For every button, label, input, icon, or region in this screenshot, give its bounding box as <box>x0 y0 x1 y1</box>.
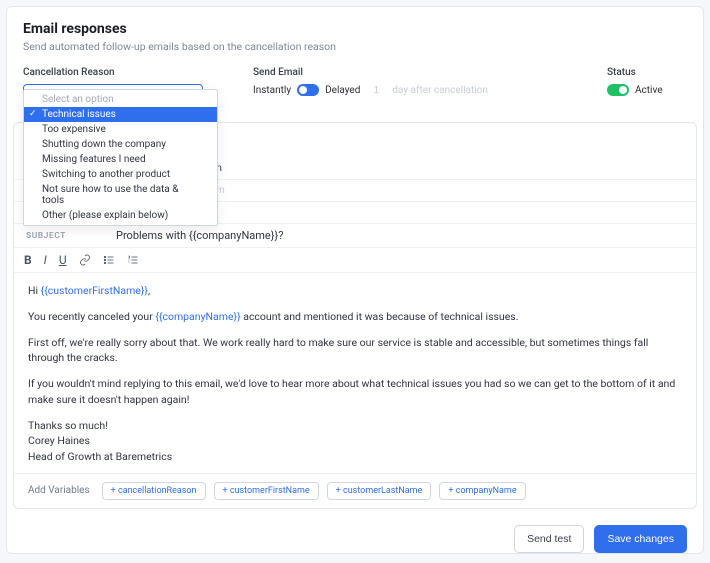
number-list-button[interactable] <box>127 254 139 266</box>
underline-button[interactable]: U <box>59 253 67 267</box>
greeting-post: , <box>148 284 150 297</box>
subject-value[interactable]: Problems with {{companyName}}? <box>116 229 283 242</box>
page-subtitle: Send automated follow-up emails based on… <box>23 40 687 53</box>
days-suffix: day after cancellation <box>392 85 488 96</box>
reason-option-placeholder[interactable]: Select an option <box>24 92 217 107</box>
signature-name: Corey Haines <box>28 434 90 447</box>
days-input[interactable] <box>366 85 386 96</box>
chip-cancellation-reason[interactable]: + cancellationReason <box>102 482 206 500</box>
variables-row: Add Variables + cancellationReason + cus… <box>14 473 696 508</box>
p1-pre: You recently canceled your <box>28 310 155 323</box>
link-icon <box>79 254 91 266</box>
reason-option-other[interactable]: Other (please explain below) <box>24 208 217 223</box>
subject-row: SUBJECT Problems with {{companyName}}? <box>14 224 696 248</box>
signature-role: Head of Growth at Baremetrics <box>28 450 172 463</box>
reason-option-switching[interactable]: Switching to another product <box>24 167 217 182</box>
p2: First off, we're really sorry about that… <box>28 335 682 367</box>
reason-label: Cancellation Reason <box>23 67 223 78</box>
reason-dropdown: Select an option Technical issues Too ex… <box>23 89 218 226</box>
thanks-line: Thanks so much! <box>28 419 108 432</box>
p3: If you wouldn't mind replying to this em… <box>28 376 682 408</box>
reason-option-expensive[interactable]: Too expensive <box>24 122 217 137</box>
bullet-list-icon <box>103 254 115 266</box>
greeting-token: {{customerFirstName}} <box>41 284 148 297</box>
p1-token: {{companyName}} <box>155 310 240 323</box>
send-label: Send Email <box>253 67 577 78</box>
send-column: Send Email Instantly Delayed day after c… <box>253 67 577 106</box>
footer-actions: Send test Save changes <box>7 515 703 563</box>
send-delayed-label: Delayed <box>325 85 360 96</box>
email-body[interactable]: Hi {{customerFirstName}}, You recently c… <box>14 273 696 473</box>
number-list-icon <box>127 254 139 266</box>
save-changes-button[interactable]: Save changes <box>594 525 687 553</box>
page-title: Email responses <box>23 21 687 37</box>
status-label: Status <box>607 67 687 78</box>
send-instantly-label: Instantly <box>253 85 291 96</box>
variables-label: Add Variables <box>28 485 90 496</box>
italic-button[interactable]: I <box>44 253 47 267</box>
email-responses-card: Email responses Send automated follow-up… <box>6 6 704 554</box>
header: Email responses Send automated follow-up… <box>7 7 703 63</box>
status-text: Active <box>635 85 663 96</box>
link-button[interactable] <box>79 254 91 266</box>
controls-row: Cancellation Reason Select an option Tec… <box>7 63 703 116</box>
chip-company-name[interactable]: + companyName <box>439 482 525 500</box>
bullet-list-button[interactable] <box>103 254 115 266</box>
reason-option-technical[interactable]: Technical issues <box>24 107 217 122</box>
reason-option-shutdown[interactable]: Shutting down the company <box>24 137 217 152</box>
send-mode-toggle[interactable] <box>297 84 319 96</box>
reason-option-missing[interactable]: Missing features I need <box>24 152 217 167</box>
status-column: Status Active <box>607 67 687 106</box>
status-toggle[interactable] <box>607 84 629 96</box>
editor-toolbar: B I U <box>14 248 696 273</box>
greeting-pre: Hi <box>28 284 41 297</box>
bold-button[interactable]: B <box>24 253 32 267</box>
send-test-button[interactable]: Send test <box>514 525 584 553</box>
p1-post: account and mentioned it was because of … <box>241 310 519 323</box>
chip-customer-first-name[interactable]: + customerFirstName <box>214 482 319 500</box>
chip-customer-last-name[interactable]: + customerLastName <box>327 482 432 500</box>
reason-column: Cancellation Reason Select an option Tec… <box>23 67 223 106</box>
reason-option-notsure[interactable]: Not sure how to use the data & tools <box>24 182 217 208</box>
subject-label: SUBJECT <box>26 231 106 241</box>
